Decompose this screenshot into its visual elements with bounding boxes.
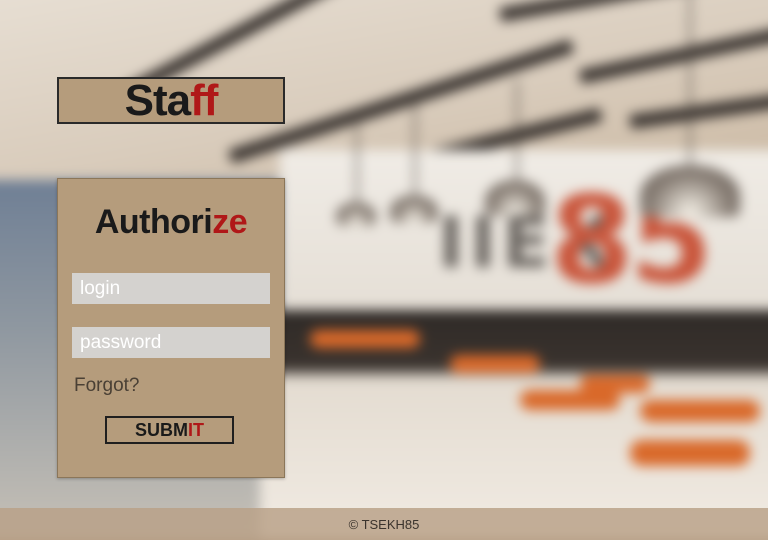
submit-label-part2: IT xyxy=(188,419,204,440)
staff-title-part2: ff xyxy=(190,75,218,125)
authorize-title: Authorize xyxy=(58,203,284,242)
staff-title: Staff xyxy=(124,75,219,125)
staff-title-part1: Sta xyxy=(124,75,191,125)
authorize-title-part1: Authori xyxy=(94,203,213,241)
footer-bar: © TSEKH85 xyxy=(0,508,768,540)
forgot-password-link[interactable]: Forgot? xyxy=(74,375,139,397)
password-input[interactable] xyxy=(72,327,270,358)
authorize-panel: Authorize Forgot? SUBMIT xyxy=(57,178,285,478)
submit-label-part1: SUBM xyxy=(135,419,188,440)
authorize-title-part2: ze xyxy=(212,203,248,241)
submit-button[interactable]: SUBM IT xyxy=(105,416,234,444)
staff-header: Staff xyxy=(57,77,285,124)
login-input[interactable] xyxy=(72,273,270,304)
copyright-text: © TSEKH85 xyxy=(348,516,420,532)
